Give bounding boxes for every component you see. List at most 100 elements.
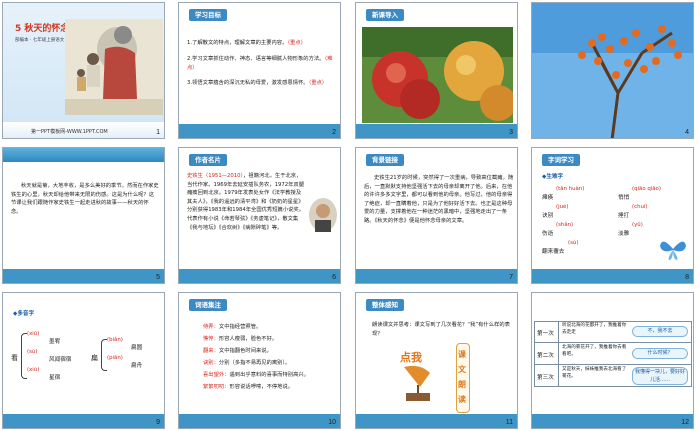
slide-2-bottom-bar: [179, 124, 340, 138]
background-text: 史铁生21岁的时候，突然得了一次重病，导致高位截瘫，随后，一直默默支持他坚强活下…: [364, 175, 514, 224]
row-text: 北海的菊花开了，我推着你去看看吧。: [562, 345, 627, 357]
gloss-item: 侍弄：文中指经营照管。: [203, 324, 262, 330]
row-text: 听说北海的花都开了，我推着你去走走: [562, 323, 627, 335]
table-divider: [558, 321, 559, 387]
slide-1-footer-text: 第一PPT模板网-WWW.1PPT.COM: [31, 129, 108, 135]
slide-9-section-heading: ◆多音字: [13, 311, 35, 317]
slide-thumbnail-2[interactable]: 学习目标 1.了解散文的特点，理解文章的主要内容。（重点） 2.学习文章抓住动作…: [178, 2, 341, 139]
slide-number: 1: [156, 129, 160, 136]
slide-number: 2: [332, 129, 336, 136]
row-answer: 不，我不去: [632, 326, 688, 337]
slide-8-bottom-bar: [532, 269, 693, 283]
gramophone-icon: [404, 365, 430, 401]
slide-11-section-tag: 整体感知: [366, 299, 404, 311]
butterfly-icon: [660, 241, 686, 260]
reading-word: 扁舟: [131, 363, 143, 369]
slide-number: 11: [505, 419, 513, 426]
slide-5-top-bar: [3, 148, 164, 162]
slide-number: 10: [328, 419, 336, 426]
gloss-item: 翻来：文中指翻色时间来说。: [203, 348, 272, 354]
word-chars: 瘫痪: [542, 195, 554, 201]
word-pinyin: (jué): [556, 204, 569, 210]
vertical-label-text: 课文朗读: [458, 350, 466, 404]
polyphone-char: 看: [11, 354, 18, 362]
author-portrait: [309, 198, 337, 232]
slide-10-bottom-bar: [179, 414, 340, 428]
row-answer: 什么时候？: [632, 348, 688, 359]
slide-2-section-tag: 学习目标: [189, 9, 227, 21]
word-pinyin: (shǎn): [556, 222, 574, 228]
slide-number: 5: [156, 274, 160, 281]
learning-goal-1: 1.了解散文的特点，理解文章的主要内容。（重点）: [187, 40, 306, 46]
slide-6-bottom-bar: [179, 269, 340, 283]
slide-thumbnail-11[interactable]: 整体感知 朗读课文并思考：课文写到了几次看花？“我”有什么样的表现？ 点我 课文…: [355, 292, 518, 429]
author-bio: 史铁生（1951—2010），祖籍河北，生于北京，当代作家。1969年去延安插队…: [187, 173, 305, 231]
slide-3-bottom-bar: [356, 124, 517, 138]
word-pinyin: (tān huàn): [556, 186, 585, 192]
slide-thumbnail-10[interactable]: 词语集注 侍弄：文中指经营照管。 憔悴：形容人瘦弱，脸色不好。 翻来：文中指翻色…: [178, 292, 341, 429]
slide-thumbnail-7[interactable]: 背景链接 史铁生21岁的时候，突然得了一次重病，导致高位截瘫，随后，一直默默支持…: [355, 147, 518, 284]
slide-7-section-tag: 背景链接: [366, 154, 404, 166]
word-pinyin: (sù): [568, 240, 579, 246]
row-text: 又是秋天，妹妹推我去北海看了菊花。: [562, 367, 627, 379]
learning-goal-2: 2.学习文章抓住动作、神态、语言等细腻人物形象的方法。（难点）: [187, 56, 333, 71]
reading-pinyin: (biǎn): [107, 337, 123, 343]
slide-8-section-tag: 字词学习: [542, 154, 580, 166]
reading-pinyin: (xiū): [27, 331, 40, 337]
reading-word: 墨宥: [49, 339, 61, 345]
author-name: 史铁生: [187, 173, 203, 179]
mother-son-illustration: [65, 19, 163, 115]
slide-thumbnail-1[interactable]: 5 秋天的怀念 部编本 · 七年级上册语文 第一PPT模板网-WWW.1PPT.…: [2, 2, 165, 139]
reading-word: 风闻宿宿: [49, 357, 72, 363]
slide-6-section-tag: 作者名片: [189, 154, 227, 166]
word-chars: 捶打: [618, 213, 630, 219]
gloss-item: 喜出望外：遇到出乎意料的喜事而特别高兴。: [203, 372, 309, 378]
row-answer: 我懂得一块儿，要好好儿活……: [632, 367, 688, 385]
slide-9-bottom-bar: [3, 414, 164, 428]
learning-goal-3: 3.领悟文章蕴含的深沉无私的母爱，激发感恩情怀。（重点）: [187, 80, 328, 86]
slide-12-bottom-bar: [532, 414, 693, 428]
word-chars: 翻来覆去: [542, 249, 565, 255]
word-pinyin: (qiāo qiāo): [632, 186, 661, 192]
slide-thumbnail-12[interactable]: 第一次 听说北海的花都开了，我推着你去走走 不，我不去 第二次 北海的菊花开了，…: [531, 292, 694, 429]
slide-number: 9: [156, 419, 160, 426]
slide-thumbnail-4[interactable]: 4: [531, 2, 694, 139]
slide-thumbnail-6[interactable]: 作者名片 史铁生（1951—2010），祖籍河北，生于北京，当代作家。1969年…: [178, 147, 341, 284]
slide-7-bottom-bar: [356, 269, 517, 283]
reading-pinyin: (sù): [27, 349, 38, 355]
slide-thumbnail-9[interactable]: ◆多音字 看 (xiū) 墨宥 (sù) 风闻宿宿 (xiù) 星宿 扁 (bi…: [2, 292, 165, 429]
slide-number: 6: [332, 274, 336, 281]
polyphone-char: 扁: [91, 354, 98, 362]
gloss-item: 诀别：分别（多指不易再见的离别）。: [203, 360, 291, 366]
slide-number: 12: [681, 419, 689, 426]
slide-thumbnail-3[interactable]: 新课导入 3: [355, 2, 518, 139]
slide-3-section-tag: 新课导入: [366, 9, 404, 21]
word-chars: 悄悄: [618, 195, 630, 201]
reading-pinyin: (piān): [107, 355, 123, 361]
word-pinyin: (chuí): [632, 204, 648, 210]
slide-thumbnail-8[interactable]: 字词学习 ◆生难字 (tān huàn) 瘫痪 (qiāo qiāo) 悄悄 (…: [531, 147, 694, 284]
word-chars: 伤逝: [542, 231, 554, 237]
row-label: 第二次: [537, 353, 554, 359]
slide-number: 8: [685, 274, 689, 281]
slide-sorter-grid: 5 秋天的怀念 部编本 · 七年级上册语文 第一PPT模板网-WWW.1PPT.…: [0, 0, 700, 431]
slide-number: 3: [509, 129, 513, 136]
slide-8-section-heading: ◆生难字: [542, 174, 564, 180]
slide-10-section-tag: 词语集注: [189, 299, 227, 311]
slide-1-title: 5 秋天的怀念: [15, 24, 70, 34]
slide-number: 4: [685, 129, 689, 136]
reading-pinyin: (xiù): [27, 367, 40, 373]
reading-word: 星宿: [49, 375, 61, 381]
slide-1-subtitle: 部编本 · 七年级上册语文: [15, 38, 65, 43]
persimmon-tree-photo: [532, 3, 693, 138]
row-label: 第一次: [537, 331, 554, 337]
word-chars: 诀别: [542, 213, 554, 219]
slide-number: 7: [509, 274, 513, 281]
slide-5-intro-text: 秋天就是菊，大地丰收，是多么美好的季节。然而在作家史铁生的心里，秋天却给他带来无…: [11, 183, 159, 215]
reading-word: 扁圆: [131, 345, 143, 351]
slide-5-bottom-bar: [3, 269, 164, 283]
gloss-item: 絮絮叨叨：形容说话啰嗦，不停地说。: [203, 384, 294, 390]
slide-thumbnail-5[interactable]: 秋天就是菊，大地丰收，是多么美好的季节。然而在作家史铁生的心里，秋天却给他带来无…: [2, 147, 165, 284]
word-pinyin: (yǔ): [632, 222, 643, 228]
row-label: 第三次: [537, 375, 554, 381]
